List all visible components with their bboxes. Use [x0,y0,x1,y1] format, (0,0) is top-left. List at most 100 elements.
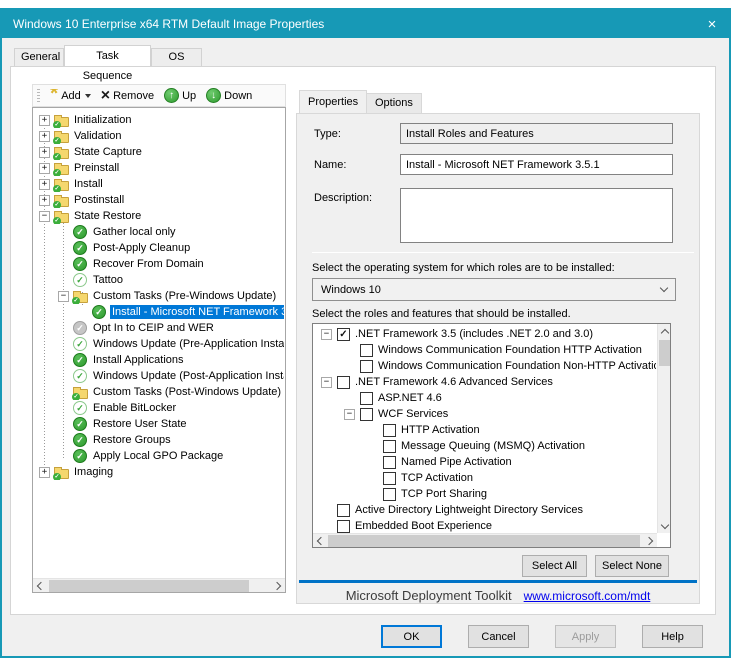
select-none-button[interactable]: Select None [595,555,669,577]
expand-toggle[interactable]: + [39,130,54,142]
expand-toggle[interactable]: − [321,328,337,340]
collapse-icon[interactable]: − [344,408,355,420]
mdt-footer-link[interactable]: www.microsoft.com/mdt [524,589,651,603]
apply-button[interactable]: Apply [555,625,616,648]
checkbox[interactable] [360,391,373,405]
expand-icon[interactable]: + [39,130,50,142]
tree-item[interactable]: + Initialization [33,112,284,128]
tree-item[interactable]: ✓ Recover From Domain [33,256,284,272]
checkbox[interactable]: ✓ [337,327,350,341]
checkbox[interactable] [337,375,350,389]
tab-options[interactable]: Options [366,93,422,113]
tree-item[interactable]: ✓ Install Applications [33,352,284,368]
expand-toggle[interactable]: − [321,376,337,388]
tree-item[interactable]: + Imaging [33,464,284,480]
expand-icon[interactable]: + [39,194,50,206]
expand-toggle[interactable]: + [39,466,54,478]
tab-properties[interactable]: Properties [299,90,368,113]
checkbox[interactable] [383,471,396,485]
expand-toggle[interactable]: + [39,194,54,206]
scroll-left-icon[interactable] [33,579,47,592]
move-down-button[interactable]: ↓ Down [203,87,255,104]
tree-item[interactable]: ✓ Restore User State [33,416,284,432]
os-dropdown[interactable]: Windows 10 [312,278,676,301]
tree-item[interactable]: + Postinstall [33,192,284,208]
roles-vertical-scrollbar[interactable] [657,324,670,533]
checkbox[interactable] [360,343,373,357]
expand-toggle[interactable]: − [39,210,54,222]
collapse-icon[interactable]: − [321,328,332,340]
feature-row[interactable]: TCP Port Sharing [313,486,656,502]
feature-row[interactable]: − WCF Services [313,406,656,422]
checkbox[interactable] [360,407,373,421]
scroll-down-icon[interactable] [658,519,670,533]
close-icon[interactable]: × [695,10,729,38]
ok-button[interactable]: OK [381,625,442,648]
expand-toggle[interactable]: + [39,146,54,158]
expand-toggle[interactable]: − [58,290,73,302]
tree-item[interactable]: + State Capture [33,144,284,160]
scrollbar-thumb[interactable] [328,535,640,547]
scroll-right-icon[interactable] [643,534,657,547]
tree-item[interactable]: ✓ Restore Groups [33,432,284,448]
feature-row[interactable]: HTTP Activation [313,422,656,438]
tree-item[interactable]: ✓ Enable BitLocker [33,400,284,416]
tree-item[interactable]: + Validation [33,128,284,144]
select-all-button[interactable]: Select All [522,555,587,577]
scroll-right-icon[interactable] [271,579,285,592]
feature-row[interactable]: − ✓ .NET Framework 3.5 (includes .NET 2.0 … [313,326,656,342]
tree-horizontal-scrollbar[interactable] [33,578,285,592]
tree-item[interactable]: ✓ Tattoo [33,272,284,288]
collapse-icon[interactable]: − [39,210,50,222]
feature-row[interactable]: Embedded Boot Experience [313,518,656,534]
feature-row[interactable]: ASP.NET 4.6 [313,390,656,406]
expand-toggle[interactable]: − [344,408,360,420]
feature-row[interactable]: Windows Communication Foundation Non-HTT… [313,358,656,374]
expand-icon[interactable]: + [39,162,50,174]
expand-toggle[interactable]: + [39,162,54,174]
tree-item[interactable]: ✓ Windows Update (Post-Application Instal… [33,368,284,384]
scroll-up-icon[interactable] [658,324,670,338]
tree-item[interactable]: − Custom Tasks (Pre-Windows Update) [33,288,284,304]
add-button[interactable]: * Add [47,88,94,104]
tab-general[interactable]: General [14,48,64,66]
checkbox[interactable] [337,519,350,533]
tree-item[interactable]: Custom Tasks (Post-Windows Update) [33,384,284,400]
collapse-icon[interactable]: − [58,290,69,302]
checkbox[interactable] [383,455,396,469]
move-up-button[interactable]: ↑ Up [161,87,199,104]
scrollbar-thumb[interactable] [49,580,249,592]
tree-item[interactable]: ✓ Post-Apply Cleanup [33,240,284,256]
help-button[interactable]: Help [642,625,703,648]
expand-toggle[interactable]: + [39,178,54,190]
remove-button[interactable]: × Remove [98,87,157,103]
tree-item[interactable]: + Install [33,176,284,192]
expand-icon[interactable]: + [39,146,50,158]
feature-row[interactable]: Named Pipe Activation [313,454,656,470]
tree-item[interactable]: ✓ Gather local only [33,224,284,240]
scrollbar-thumb[interactable] [659,340,670,366]
name-input[interactable] [400,154,673,175]
tree-item[interactable]: + Preinstall [33,160,284,176]
tree-item[interactable]: ✓ Windows Update (Pre-Application Install… [33,336,284,352]
roles-horizontal-scrollbar[interactable] [313,533,657,547]
checkbox[interactable] [337,503,350,517]
checkbox[interactable] [360,359,373,373]
tree-item[interactable]: ✓ Opt In to CEIP and WER [33,320,284,336]
feature-row[interactable]: Active Directory Lightweight Directory S… [313,502,656,518]
feature-row[interactable]: Message Queuing (MSMQ) Activation [313,438,656,454]
cancel-button[interactable]: Cancel [468,625,529,648]
tab-os-info[interactable]: OS Info [151,48,202,80]
tree-item[interactable]: − State Restore [33,208,284,224]
description-input[interactable] [400,188,673,243]
feature-row[interactable]: Windows Communication Foundation HTTP Ac… [313,342,656,358]
feature-row[interactable]: TCP Activation [313,470,656,486]
tab-task-sequence[interactable]: Task Sequence [64,45,151,82]
tree-item[interactable]: ✓Install - Microsoft NET Framework 3.5.1 [33,304,284,320]
expand-icon[interactable]: + [39,114,50,126]
checkbox[interactable] [383,439,396,453]
scroll-left-icon[interactable] [313,534,327,547]
expand-icon[interactable]: + [39,178,50,190]
feature-row[interactable]: − .NET Framework 4.6 Advanced Services [313,374,656,390]
expand-icon[interactable]: + [39,466,50,478]
